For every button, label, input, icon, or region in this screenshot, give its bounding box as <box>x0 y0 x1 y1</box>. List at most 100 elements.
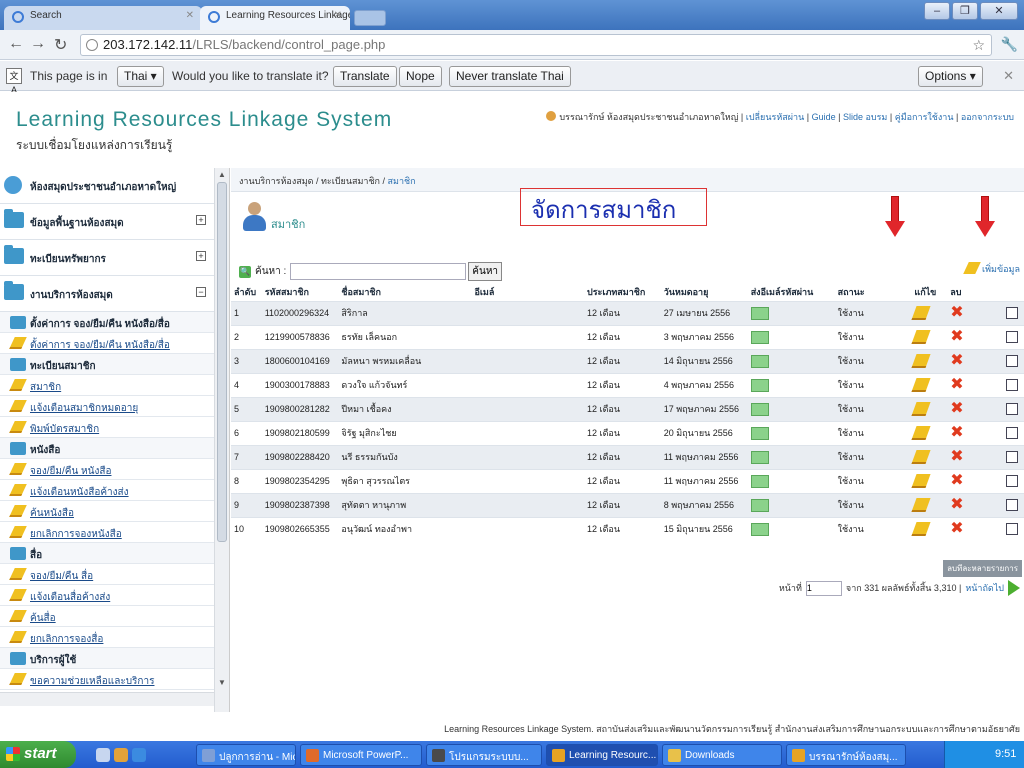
sidebar-item[interactable]: จอง/ยืม/คืน สื่อ <box>0 564 214 585</box>
delete-icon[interactable]: ✖ <box>950 376 963 393</box>
edit-icon[interactable] <box>911 330 931 344</box>
delete-icon[interactable]: ✖ <box>950 520 963 537</box>
row-checkbox[interactable] <box>1006 523 1019 536</box>
taskbar-button[interactable]: Microsoft PowerP... <box>300 744 422 766</box>
delete-icon[interactable]: ✖ <box>950 448 963 465</box>
delete-icon[interactable]: ✖ <box>950 472 963 489</box>
sidebar-item[interactable]: ตั้งค่าการ จอง/ยืม/คืน หนังสือ/สื่อ <box>0 333 214 354</box>
edit-icon[interactable] <box>911 522 931 537</box>
row-checkbox[interactable] <box>1006 451 1019 463</box>
row-checkbox[interactable] <box>1006 355 1019 367</box>
change-password-link[interactable]: เปลี่ยนรหัสผ่าน <box>746 112 804 122</box>
row-checkbox[interactable] <box>1006 307 1019 319</box>
next-page-link[interactable]: หน้าถัดไป <box>965 581 1004 595</box>
sidebar-item[interactable]: สมาชิก <box>0 375 214 396</box>
edit-icon[interactable] <box>911 378 931 392</box>
back-arrow-icon[interactable]: ← <box>8 35 24 53</box>
collapse-icon[interactable]: − <box>196 287 206 297</box>
sidebar-item[interactable]: พิมพ์บัตรสมาชิก <box>0 417 214 438</box>
delete-icon[interactable]: ✖ <box>950 400 963 417</box>
send-email-icon[interactable] <box>750 450 769 464</box>
nope-button[interactable]: Nope <box>399 66 442 87</box>
delete-icon[interactable]: ✖ <box>950 424 963 441</box>
send-email-icon[interactable] <box>750 354 769 368</box>
sidebar-section-services[interactable]: งานบริการห้องสมุด − <box>0 276 214 312</box>
sidebar-item[interactable]: ยกเลิกการจองสื่อ <box>0 627 214 648</box>
taskbar-button[interactable]: ปลูกการอ่าน - Mic... <box>196 744 296 766</box>
delete-icon[interactable]: ✖ <box>950 352 963 369</box>
breadcrumb-current[interactable]: สมาชิก <box>388 176 416 186</box>
send-email-icon[interactable] <box>750 474 769 488</box>
wrench-icon[interactable]: 🔧 <box>1001 36 1018 53</box>
send-email-icon[interactable] <box>750 378 769 392</box>
send-email-icon[interactable] <box>750 426 769 440</box>
search-button[interactable]: ค้นหา <box>468 262 503 281</box>
sidebar-item[interactable]: แจ้งเตือนหนังสือค้างส่ง <box>0 480 214 501</box>
sidebar-horizontal-scrollbar[interactable] <box>0 692 214 706</box>
address-bar[interactable]: 203.172.142.11/LRLS/backend/control_page… <box>80 34 992 56</box>
sidebar-item[interactable]: จอง/ยืม/คืน หนังสือ <box>0 459 214 480</box>
sidebar-item[interactable]: แจ้งเตือนสื่อค้างส่ง <box>0 585 214 606</box>
close-tab-icon[interactable]: ✕ <box>186 10 194 21</box>
taskbar-button[interactable]: Learning Resourc... <box>546 744 658 766</box>
start-button[interactable]: start <box>0 741 76 768</box>
logout-link[interactable]: ออกจากระบบ <box>961 112 1014 122</box>
forward-arrow-icon[interactable]: → <box>30 35 46 53</box>
sidebar-scrollbar[interactable]: ▲ ▼ <box>214 168 229 712</box>
sidebar-section-basic[interactable]: ข้อมูลพื้นฐานห้องสมุด + <box>0 204 214 240</box>
sidebar-item[interactable]: ค้นหนังสือ <box>0 501 214 522</box>
manual-link[interactable]: คู่มือการใช้งาน <box>895 112 954 122</box>
expand-icon[interactable]: + <box>196 215 206 225</box>
search-input[interactable] <box>290 263 467 280</box>
edit-icon[interactable] <box>911 474 931 488</box>
delete-icon[interactable]: ✖ <box>950 328 963 345</box>
edit-icon[interactable] <box>911 450 931 464</box>
new-tab-button[interactable] <box>354 10 386 26</box>
row-checkbox[interactable] <box>1006 379 1019 391</box>
taskbar-button[interactable]: โปรแกรมระบบบ... <box>426 744 542 766</box>
sidebar-item[interactable]: แจ้งเตือนสมาชิกหมดอายุ <box>0 396 214 417</box>
show-desktop-icon[interactable] <box>96 748 110 762</box>
sidebar-library-header[interactable]: ห้องสมุดประชาชนอำเภอหาดใหญ่ <box>0 168 214 204</box>
options-button[interactable]: Options ▾ <box>918 66 983 87</box>
row-checkbox[interactable] <box>1006 475 1019 487</box>
row-checkbox[interactable] <box>1006 427 1019 439</box>
sidebar-section-resources[interactable]: ทะเบียนทรัพยากร + <box>0 240 214 276</box>
delete-multiple-button[interactable]: ลบทีละหลายรายการ <box>943 560 1022 577</box>
sidebar-item[interactable]: ยกเลิกการจองหนังสือ <box>0 522 214 543</box>
bookmark-star-icon[interactable]: ☆ <box>972 35 985 55</box>
close-bar-icon[interactable]: ✕ <box>1003 68 1014 84</box>
add-data-link[interactable]: เพิ่มข้อมูล <box>963 262 1020 276</box>
edit-icon[interactable] <box>911 354 931 368</box>
send-email-icon[interactable] <box>750 330 769 344</box>
edit-icon[interactable] <box>911 498 931 512</box>
never-translate-button[interactable]: Never translate Thai <box>449 66 571 87</box>
reload-icon[interactable]: ↻ <box>54 35 67 55</box>
scroll-down-icon[interactable]: ▼ <box>215 676 229 690</box>
taskbar-button[interactable]: Downloads <box>662 744 782 766</box>
sidebar-item[interactable]: ขอความช่วยเหลือและบริการ <box>0 669 214 690</box>
tab-search[interactable]: Search ✕ <box>4 6 202 30</box>
slide-link[interactable]: Slide อบรม <box>843 112 887 122</box>
ie-icon[interactable] <box>132 748 146 762</box>
row-checkbox[interactable] <box>1006 403 1019 415</box>
send-email-icon[interactable] <box>750 522 769 536</box>
minimize-button[interactable]: – <box>924 2 950 20</box>
tab-learning-resources[interactable]: Learning Resources Linkage Sy ✕ <box>200 6 350 30</box>
scroll-thumb[interactable] <box>217 182 227 542</box>
delete-icon[interactable]: ✖ <box>950 304 963 321</box>
delete-icon[interactable]: ✖ <box>950 496 963 513</box>
row-checkbox[interactable] <box>1006 331 1019 343</box>
next-arrow-icon[interactable] <box>1008 580 1020 596</box>
row-checkbox[interactable] <box>1006 499 1019 511</box>
guide-link[interactable]: Guide <box>812 112 836 122</box>
maximize-button[interactable]: ❐ <box>952 2 978 20</box>
firefox-icon[interactable] <box>114 748 128 762</box>
close-window-button[interactable]: ✕ <box>980 2 1018 20</box>
edit-icon[interactable] <box>911 402 931 416</box>
scroll-up-icon[interactable]: ▲ <box>215 168 229 182</box>
send-email-icon[interactable] <box>750 498 769 512</box>
page-number-input[interactable] <box>805 580 842 596</box>
language-select[interactable]: Thai ▾ <box>117 66 164 87</box>
sidebar-item[interactable]: ค้นสื่อ <box>0 606 214 627</box>
